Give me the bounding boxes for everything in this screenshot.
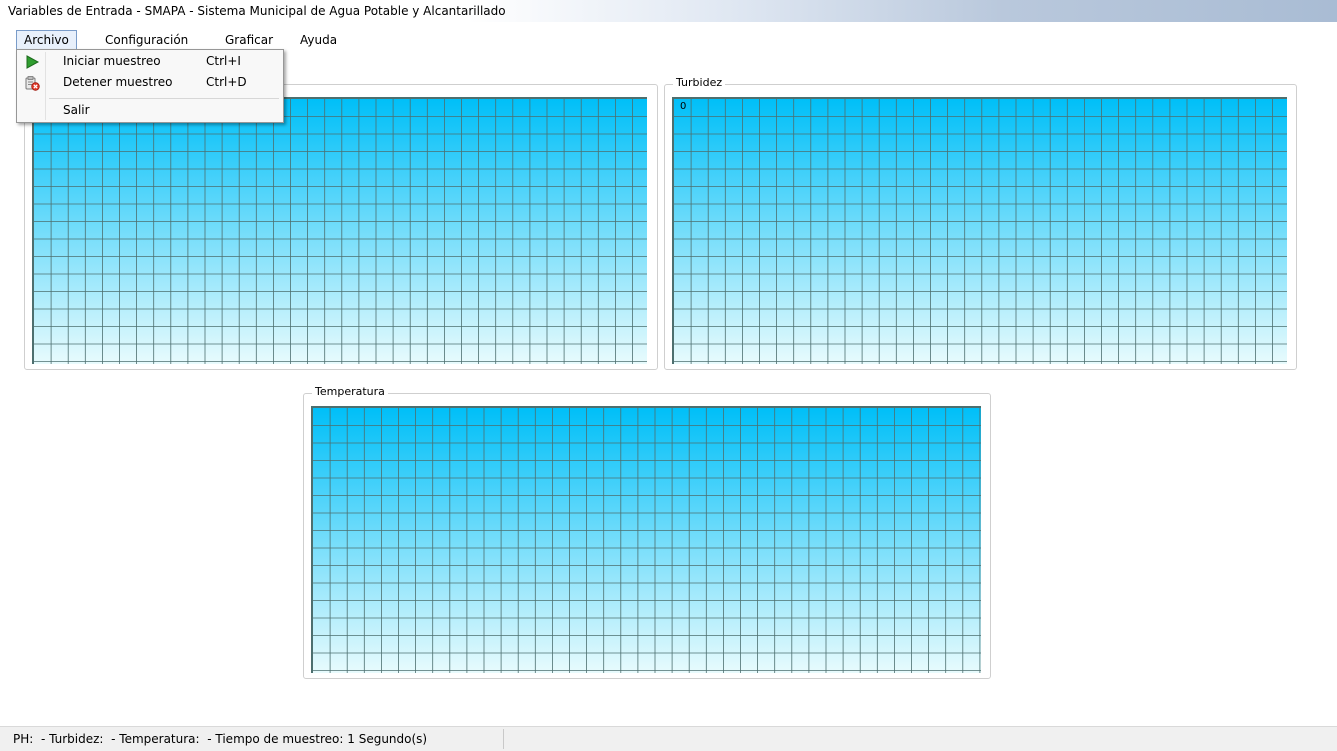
- temperatura-panel: Temperatura: [303, 385, 991, 679]
- status-temperatura-label: Temperatura:: [119, 732, 200, 746]
- menu-ayuda[interactable]: Ayuda: [293, 31, 344, 49]
- menu-item-salir[interactable]: Salir: [19, 100, 281, 121]
- chart-background: [34, 99, 647, 364]
- menu-archivo[interactable]: Archivo: [16, 30, 77, 50]
- menu-item-detener-muestreo[interactable]: Detener muestreo Ctrl+D: [19, 72, 281, 93]
- status-bar: PH: - Turbidez: - Temperatura: - Tiempo …: [0, 726, 1337, 751]
- status-turbidez-value: -: [111, 732, 116, 746]
- turbidez-chart: 0: [672, 97, 1287, 364]
- chart-background: [313, 408, 981, 673]
- menu-item-label: Detener muestreo: [63, 75, 173, 89]
- archivo-dropdown: Iniciar muestreo Ctrl+I Detener muestreo…: [16, 49, 284, 123]
- ph-chart: [32, 97, 647, 364]
- turbidez-legend: Turbidez: [673, 76, 726, 89]
- turbidez-value: 0: [680, 101, 687, 112]
- window-title: Variables de Entrada - SMAPA - Sistema M…: [8, 4, 506, 18]
- ph-panel: [24, 84, 658, 370]
- temperatura-chart: [311, 406, 981, 673]
- menu-item-shortcut: Ctrl+D: [206, 75, 247, 89]
- temperatura-legend: Temperatura: [312, 385, 388, 398]
- stop-sampling-icon: [25, 76, 40, 91]
- menu-configuracion[interactable]: Configuración: [98, 31, 195, 49]
- chart-background: [674, 99, 1287, 364]
- menu-separator: [49, 98, 279, 99]
- menu-item-iniciar-muestreo[interactable]: Iniciar muestreo Ctrl+I: [19, 51, 281, 72]
- status-turbidez-label: Turbidez:: [49, 732, 104, 746]
- menu-item-shortcut: Ctrl+I: [206, 54, 241, 68]
- status-ph-label: PH:: [13, 732, 34, 746]
- title-bar: Variables de Entrada - SMAPA - Sistema M…: [0, 0, 1337, 22]
- status-temperatura-value: -: [207, 732, 212, 746]
- turbidez-panel: Turbidez 0: [664, 76, 1297, 370]
- menu-item-label: Iniciar muestreo: [63, 54, 161, 68]
- status-text: PH: - Turbidez: - Temperatura: - Tiempo …: [13, 732, 427, 746]
- status-tiempo-label: Tiempo de muestreo:: [215, 732, 344, 746]
- menu-item-label: Salir: [63, 103, 90, 117]
- status-panel-divider: [503, 729, 504, 749]
- status-ph-value: -: [40, 732, 46, 746]
- status-tiempo-value: 1 Segundo(s): [347, 732, 428, 746]
- menu-graficar[interactable]: Graficar: [218, 31, 280, 49]
- play-icon: [26, 55, 40, 69]
- menu-bar: Archivo Configuración Graficar Ayuda: [0, 29, 1337, 51]
